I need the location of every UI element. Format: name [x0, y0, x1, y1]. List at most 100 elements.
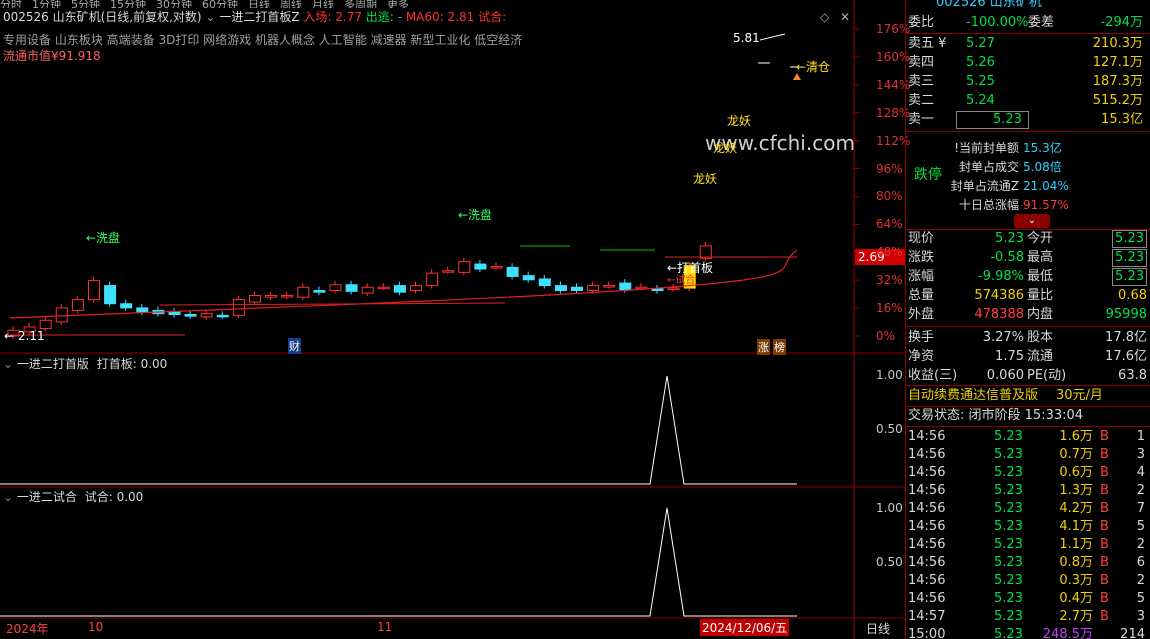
- chevron-down-icon[interactable]: ⌄: [3, 490, 17, 504]
- candle: [458, 261, 471, 273]
- tick-side: B: [1100, 483, 1109, 498]
- period-tab[interactable]: 30分钟: [156, 0, 192, 8]
- ask-row[interactable]: 卖四 5.26 127.1万: [906, 54, 1150, 72]
- stat-label: 股本: [1027, 330, 1054, 345]
- period-tab[interactable]: 分时: [0, 0, 22, 8]
- indicator-name[interactable]: 一进二打首板Z: [219, 10, 299, 24]
- tick-row[interactable]: 15:00 5.23 248.5万 214: [906, 626, 1150, 639]
- rank-badge[interactable]: 榜: [773, 339, 786, 355]
- period-tab[interactable]: 60分钟: [202, 0, 238, 8]
- period-tab[interactable]: 多周期: [344, 0, 377, 8]
- tick-row[interactable]: 14:56 5.23 0.7万 B 3: [906, 446, 1150, 464]
- tick-row[interactable]: 14:56 5.23 1.6万 B 1: [906, 428, 1150, 446]
- period-tab[interactable]: 周线: [280, 0, 302, 8]
- candle: [393, 285, 406, 293]
- promo-price[interactable]: 30元/月: [1056, 387, 1103, 405]
- stat-label: 涨幅: [908, 269, 935, 284]
- tick-price: 5.23: [994, 573, 1023, 588]
- candle: [603, 285, 616, 288]
- candle: [88, 280, 100, 301]
- ask-volume: 127.1万: [1092, 55, 1143, 70]
- candle: [474, 263, 487, 270]
- chevron-down-icon[interactable]: ⌄: [205, 10, 219, 24]
- ask-row[interactable]: 卖一 5.23 15.3亿: [906, 111, 1150, 129]
- tick-row[interactable]: 14:56 5.23 4.2万 B 7: [906, 500, 1150, 518]
- tick-count: 1: [1136, 429, 1145, 444]
- ask-row[interactable]: 卖三 5.25 187.3万: [906, 73, 1150, 91]
- period-tab[interactable]: 1分钟: [32, 0, 61, 8]
- limit-badge[interactable]: 涨: [757, 339, 770, 355]
- ask-price: 5.27: [966, 36, 995, 51]
- candle: [345, 284, 358, 292]
- period-tab[interactable]: 更多: [387, 0, 409, 8]
- candle: [571, 286, 583, 292]
- weibi-row: 委比 -100.00% 委差 -294万: [906, 14, 1150, 32]
- panel2-signal-line: [0, 375, 797, 485]
- finance-badge[interactable]: 财: [288, 338, 301, 354]
- tick-row[interactable]: 14:56 5.23 1.1万 B 2: [906, 536, 1150, 554]
- candle: [329, 284, 342, 292]
- close-icon[interactable]: ✕: [840, 10, 850, 24]
- candle: [249, 294, 261, 303]
- candle: [426, 272, 439, 287]
- ask-row[interactable]: 卖五 ¥ 5.27 210.3万: [906, 35, 1150, 53]
- promo-row[interactable]: 自动续费通达信普及版 30元/月: [906, 387, 1150, 405]
- tick-row[interactable]: 14:56 5.23 4.1万 B 5: [906, 518, 1150, 536]
- y-axis-ticks: [854, 28, 860, 337]
- tick-row[interactable]: 14:57 5.23 2.7万 B 3: [906, 608, 1150, 626]
- tick-price: 5.23: [994, 519, 1023, 534]
- stat-value: 17.6亿: [1105, 349, 1147, 364]
- candle: [281, 294, 294, 298]
- tick-row[interactable]: 14:56 5.23 1.3万 B 2: [906, 482, 1150, 500]
- exit-value: 出逃: -: [365, 10, 402, 24]
- diamond-icon[interactable]: ◇: [820, 10, 829, 24]
- candle: [667, 287, 680, 291]
- period-tab[interactable]: 5分钟: [71, 0, 100, 8]
- tick-side: B: [1100, 591, 1109, 606]
- tick-row[interactable]: 14:56 5.23 0.6万 B 4: [906, 464, 1150, 482]
- kline-svg[interactable]: [0, 0, 905, 639]
- period-selector[interactable]: 日线: [866, 620, 890, 637]
- ask-label: 卖二: [908, 93, 935, 108]
- high-label: 5.81: [733, 31, 760, 45]
- stat-row: 外盘 478388 内盘 95998: [906, 306, 1150, 324]
- candle: [216, 314, 229, 318]
- period-tab[interactable]: 15分钟: [110, 0, 146, 8]
- stat-value: 5.23: [1112, 268, 1147, 286]
- candle: [377, 286, 390, 290]
- promo-text[interactable]: 自动续费通达信普及版: [908, 387, 1038, 405]
- stat-label: 净资: [908, 349, 935, 364]
- period-tab[interactable]: 日线: [248, 0, 270, 8]
- collapse-icon[interactable]: ⌄: [1014, 214, 1050, 228]
- tick-side: B: [1100, 447, 1109, 462]
- candle: [71, 299, 84, 311]
- chart-title: 002526 山东矿机(日线,前复权,对数): [3, 10, 202, 24]
- tick-count: 5: [1136, 591, 1145, 606]
- stat-value: 3.27%: [982, 330, 1024, 345]
- panel3-signal-line: [0, 507, 797, 617]
- chart-area[interactable]: 002526 山东矿机(日线,前复权,对数) ⌄ 一进二打首板Z 入场: 2.7…: [0, 0, 910, 639]
- candle: [554, 285, 567, 292]
- stat-row: 换手 3.27% 股本 17.8亿: [906, 329, 1150, 347]
- trade-status: 交易状态: 闭市阶段 15:33:04: [908, 408, 1084, 423]
- stat-row: 涨跌 -0.58 最高 5.23: [906, 249, 1150, 267]
- stat-value: 5.23: [1112, 230, 1147, 248]
- tick-time: 14:56: [908, 537, 946, 552]
- period-tab[interactable]: 月线: [312, 0, 334, 8]
- tick-volume: 2.7万: [1059, 609, 1093, 624]
- chevron-down-icon[interactable]: ⌄: [3, 357, 17, 371]
- stat-label: PE(动): [1027, 368, 1067, 383]
- tick-row[interactable]: 14:56 5.23 0.8万 B 6: [906, 554, 1150, 572]
- tick-side: B: [1100, 573, 1109, 588]
- candle: [490, 266, 503, 269]
- tick-row[interactable]: 14:56 5.23 0.4万 B 5: [906, 590, 1150, 608]
- tick-volume: 248.5万: [1042, 627, 1093, 639]
- ask-row[interactable]: 卖二 5.24 515.2万: [906, 92, 1150, 110]
- stat-row: 现价 5.23 今开 5.23: [906, 230, 1150, 248]
- panel2-label: 打首板: 0.00: [96, 357, 168, 371]
- tick-side: B: [1100, 609, 1109, 624]
- tick-row[interactable]: 14:56 5.23 0.3万 B 2: [906, 572, 1150, 590]
- trial-value: 试合:: [478, 10, 507, 24]
- stat-value: 17.8亿: [1105, 330, 1147, 345]
- stat-value: 95998: [1105, 307, 1147, 322]
